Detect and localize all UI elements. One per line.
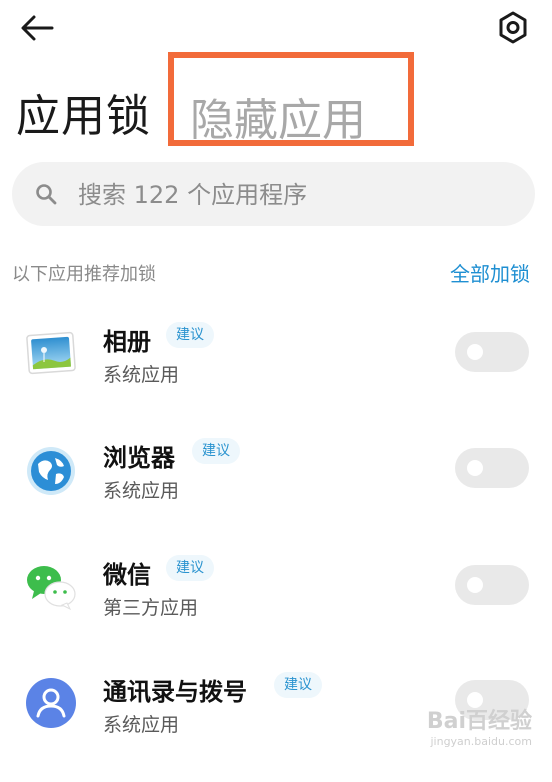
tab-hidden-apps-label: 隐藏应用 [190, 95, 366, 146]
section-label: 以下应用推荐加锁 [12, 264, 156, 285]
app-name: 微信 [103, 561, 151, 589]
section-header: 以下应用推荐加锁 全部加锁 [0, 254, 552, 288]
suggest-badge: 建议 [192, 438, 240, 464]
watermark-brand: Bai百经验 [426, 709, 532, 734]
list-item[interactable]: 相册 建议 系统应用 [0, 322, 552, 432]
lock-toggle[interactable] [455, 565, 529, 605]
lock-toggle[interactable] [455, 332, 529, 372]
watermark: Bai百经验 jingyan.baidu.com [427, 703, 532, 748]
toggle-knob [467, 344, 483, 360]
gear-icon [499, 11, 527, 44]
title-row: 应用锁 隐藏应用 [0, 48, 552, 158]
lock-toggle[interactable] [455, 448, 529, 488]
settings-button[interactable] [494, 8, 532, 48]
suggest-badge: 建议 [274, 672, 322, 698]
wechat-icon [27, 566, 76, 611]
back-button[interactable] [18, 10, 62, 46]
list-item[interactable]: 浏览器 建议 系统应用 [0, 438, 552, 548]
suggest-badge: 建议 [166, 555, 214, 581]
app-type: 第三方应用 [103, 597, 199, 619]
lock-all-button[interactable]: 全部加锁 [450, 258, 530, 287]
app-name: 通讯录与拨号 [103, 678, 247, 706]
arrow-left-icon [21, 15, 54, 41]
watermark-url: jingyan.baidu.com [430, 735, 532, 748]
toggle-knob [467, 577, 483, 593]
tab-hidden-apps[interactable]: 隐藏应用 [168, 52, 414, 146]
search-input[interactable] [76, 174, 510, 216]
app-type: 系统应用 [103, 364, 180, 386]
browser-globe-icon [27, 447, 75, 495]
contacts-icon [26, 678, 76, 728]
list-item[interactable]: 微信 建议 第三方应用 [0, 555, 552, 665]
app-type: 系统应用 [103, 714, 180, 736]
page-title[interactable]: 应用锁 [16, 80, 151, 144]
search-bar[interactable] [12, 162, 535, 226]
toggle-knob [467, 460, 483, 476]
app-name: 浏览器 [103, 444, 175, 472]
search-icon [36, 184, 57, 205]
app-type: 系统应用 [103, 480, 180, 502]
gallery-icon [26, 331, 76, 375]
suggest-badge: 建议 [166, 322, 214, 348]
app-name: 相册 [103, 328, 151, 356]
